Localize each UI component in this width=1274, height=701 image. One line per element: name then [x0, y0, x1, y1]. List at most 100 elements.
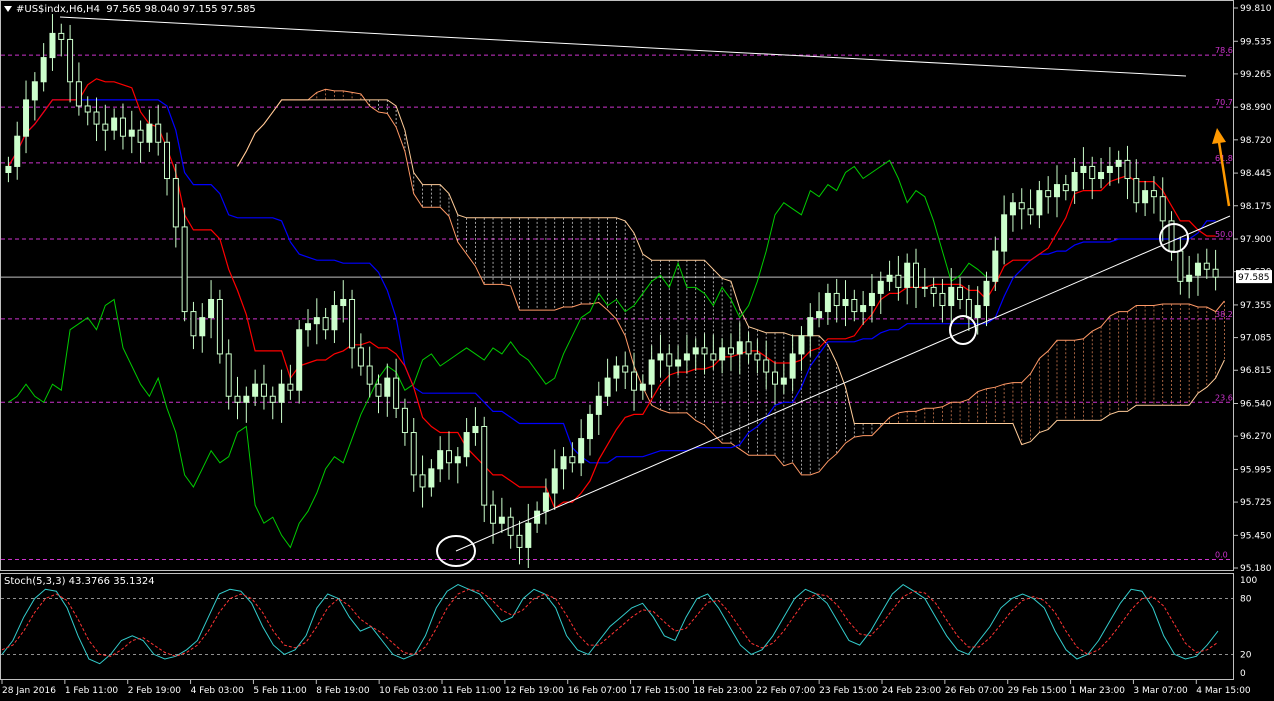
y-tick-label: 98.445	[1240, 169, 1272, 179]
candle-body	[472, 425, 479, 434]
chart-canvas[interactable]: 99.810 99.535 99.265 98.990 98.720 98.445 98.1…	[0, 0, 1274, 701]
candle-body	[727, 347, 734, 355]
candle-body	[481, 425, 488, 506]
candle-body	[586, 413, 593, 440]
candle-body	[401, 407, 408, 434]
candle-body	[322, 317, 329, 331]
candle-body	[736, 341, 743, 355]
y-tick-label: 98.720	[1240, 136, 1272, 146]
candle-body	[313, 317, 320, 325]
candle-body	[1177, 250, 1184, 282]
candle-body	[1001, 214, 1008, 252]
candle-body	[5, 165, 12, 173]
x-tick-label: 10 Feb 03:00	[379, 686, 438, 696]
candle-body	[1106, 165, 1113, 173]
candle-body	[807, 317, 814, 337]
candle-body	[939, 292, 946, 307]
x-tick-label: 17 Feb 15:00	[631, 686, 690, 696]
x-tick-label: 4 Mar 15:00	[1196, 686, 1251, 696]
current-price-label: 97.585	[1238, 273, 1270, 283]
candle-body	[886, 274, 893, 282]
candle-body	[1203, 262, 1210, 270]
candle-body	[305, 323, 311, 331]
candle-body	[366, 365, 373, 385]
fib-level-label: 78.6	[1215, 46, 1233, 55]
y-tick-label: 95.180	[1240, 564, 1272, 574]
chikou-span-line	[8, 159, 987, 549]
candle-body	[913, 262, 919, 288]
y-tick-label: 95.450	[1240, 531, 1272, 541]
resistance-trendline	[59, 16, 1187, 77]
stoch-y-tick-label: 20	[1240, 650, 1252, 660]
candle-body	[58, 32, 65, 40]
candle-body	[1036, 190, 1043, 216]
candle-body	[1194, 262, 1201, 276]
candle-body	[75, 81, 82, 107]
candle-body	[234, 395, 241, 403]
candle-body	[631, 371, 638, 391]
candle-body	[428, 468, 435, 488]
candle-body	[551, 468, 558, 494]
y-tick-label: 99.265	[1240, 70, 1272, 80]
candle-body	[701, 347, 708, 355]
orange-arrow-head-icon	[1212, 128, 1226, 144]
x-tick-label: 11 Feb 11:00	[442, 686, 501, 696]
candle-body	[904, 262, 911, 288]
fib-level-label: 38.2	[1215, 310, 1233, 319]
candle-body	[216, 298, 223, 355]
candle-body	[102, 123, 109, 131]
y-tick-label: 98.990	[1240, 103, 1272, 113]
candle-body	[393, 377, 400, 409]
candle-body	[119, 117, 126, 137]
candle-body	[719, 347, 726, 361]
candle-body	[137, 129, 144, 143]
candle-body	[445, 450, 452, 464]
fib-level-label: 23.6	[1215, 393, 1233, 402]
candle-body	[842, 298, 849, 307]
x-tick-label: 3 Mar 07:00	[1133, 686, 1188, 696]
candle-body	[895, 274, 902, 288]
candle-body	[516, 534, 523, 548]
candle-body	[23, 99, 30, 137]
orange-arrow-shaft	[1217, 141, 1231, 207]
x-tick-label: 24 Feb 23:00	[882, 686, 941, 696]
candle-body	[181, 226, 188, 313]
candle-body	[1133, 178, 1140, 204]
candle-body	[111, 117, 118, 131]
candle-body	[772, 371, 779, 385]
candle-body	[84, 105, 91, 113]
candle-body	[1045, 190, 1052, 198]
candle-body	[463, 432, 470, 458]
candle-body	[1071, 171, 1078, 192]
touch-circle-2	[949, 315, 977, 345]
fib-level-label: 70.7	[1215, 98, 1233, 107]
candle-body	[49, 32, 56, 59]
candle-body	[780, 377, 787, 385]
candle-body	[260, 383, 267, 397]
candle-body	[375, 383, 382, 397]
y-tick-label: 99.535	[1240, 37, 1272, 47]
fib-level-label: 0.0	[1215, 551, 1228, 560]
y-tick-label: 96.270	[1240, 432, 1272, 442]
x-tick-label: 23 Feb 15:00	[819, 686, 878, 696]
x-tick-label: 4 Feb 03:00	[191, 686, 245, 696]
candle-body	[648, 359, 655, 385]
candle-body	[675, 359, 682, 367]
candle-body	[410, 432, 417, 476]
fib-level-label: 50.0	[1215, 230, 1233, 239]
candle-body	[1062, 184, 1069, 192]
candle-body	[745, 341, 752, 355]
y-tick-label: 96.815	[1240, 366, 1272, 376]
candle-body	[578, 438, 585, 464]
candle-body	[498, 516, 505, 524]
candle-body	[692, 347, 699, 355]
candle-body	[683, 353, 690, 361]
x-tick-label: 18 Feb 23:00	[693, 686, 752, 696]
candle-body	[164, 141, 171, 180]
candle-body	[710, 353, 717, 361]
candle-body	[957, 286, 964, 300]
y-tick-label: 98.175	[1240, 202, 1272, 212]
candle-body	[419, 474, 426, 488]
candle-body	[948, 286, 955, 307]
x-tick-label: 5 Feb 11:00	[253, 686, 307, 696]
